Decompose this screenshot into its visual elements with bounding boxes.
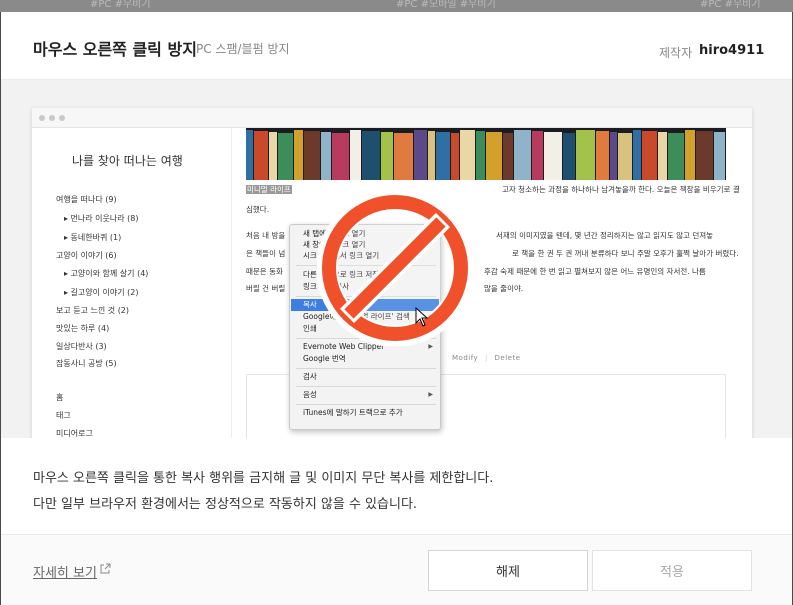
post-actions: Modify | Delete: [452, 354, 521, 362]
menu-divider: [296, 386, 436, 387]
maker-name: hiro4911: [699, 43, 765, 58]
blog-title: 나를 찾아 떠나는 여행: [72, 154, 183, 168]
sidebar-category: 일상다반사 (3): [56, 342, 107, 351]
sidebar-category: ▸ 고양이와 함께 살기 (4): [64, 269, 149, 278]
preview-area: 나를 찾아 떠나는 여행 여행을 떠나다 (9) ▸ 먼나라 이웃나라 (8) …: [1, 80, 792, 438]
menu-divider: [296, 368, 436, 369]
sidebar-link: 태그: [56, 411, 71, 420]
description-line: 다만 일부 브라우저 환경에서는 정상적으로 작동하지 않을 수 있습니다.: [33, 497, 418, 512]
sidebar-link: 미디어로그: [56, 429, 93, 438]
apply-button[interactable]: 적용: [592, 550, 752, 591]
post-text-line: 로 책을 한 권 두 권 꺼내 분류하다 보니 주말 오후가 훌쩍 날아가 버렸…: [512, 249, 739, 258]
sidebar-category: 보고 듣고 느낀 것 (2): [56, 306, 130, 315]
post-text-line: 버릴 건 버릴: [246, 284, 286, 293]
context-menu-item: Google 번역: [303, 354, 346, 363]
maker-label: 제작자: [659, 46, 693, 60]
plugin-description: 마우스 오른쪽 클릭을 통한 복사 행위를 금지해 글 및 이미지 무단 복사를…: [33, 466, 493, 518]
window-dot-icon: [59, 115, 65, 121]
post-text-line: 고자 청소하는 과정을 하나하나 남겨놓을까 한다. 오늘은 책장을 비우기로 …: [502, 185, 740, 194]
backdrop-tags-right: #PC #우비기: [700, 0, 761, 10]
context-menu-item: 음성 ▶: [303, 390, 433, 399]
cursor-icon: [415, 307, 429, 327]
modal-header: 마우스 오른쪽 클릭 방지 PC 스팸/블펌 방지 제작자 hiro4911: [1, 12, 792, 80]
context-menu-item: iTunes에 말하기 트랙으로 추가: [303, 408, 403, 417]
sidebar-category: ▸ 동네한바퀴 (1): [64, 233, 122, 242]
external-link-icon[interactable]: [99, 563, 111, 575]
backdrop-tag-strip: #PC #우비기 #PC #모바일 #우비기 #PC #우비기: [0, 0, 793, 12]
window-dot-icon: [39, 115, 45, 121]
sidebar-category: 잡동사니 공방 (5): [56, 359, 117, 368]
post-text-line: 서재의 이미지였을 텐데, 몇 년간 정리하지는 않고 읽지도 않고 던져놓: [496, 231, 714, 240]
post-text-line: 때문은 동화: [246, 267, 283, 276]
modal-footer: 자세히 보기 해제 적용: [1, 534, 792, 605]
sidebar-category: 맛있는 하루 (4): [56, 324, 110, 333]
modify-link: Modify: [452, 354, 479, 362]
plugin-detail-modal: 마우스 오른쪽 클릭 방지 PC 스팸/블펌 방지 제작자 hiro4911 나…: [1, 12, 792, 605]
sidebar-category: 여행을 떠나다 (9): [56, 195, 117, 204]
description-line: 마우스 오른쪽 클릭을 통한 복사 행위를 금지해 글 및 이미지 무단 복사를…: [33, 471, 494, 486]
bookshelf-image: [246, 128, 726, 180]
plugin-title: 마우스 오른쪽 클릭 방지: [33, 40, 197, 59]
post-text-line: 많을 줄이야.: [484, 284, 524, 293]
sidebar-category: 고양이 이야기 (6): [56, 251, 117, 260]
blog-sidebar: 나를 찾아 떠나는 여행 여행을 떠나다 (9) ▸ 먼나라 이웃나라 (8) …: [32, 128, 232, 438]
no-sign-icon: [317, 190, 473, 346]
sidebar-category: ▸ 먼나라 이웃나라 (8): [64, 214, 139, 223]
backdrop-tags-left: #PC #우비기: [90, 0, 151, 10]
post-text-line: 심했다.: [246, 205, 270, 214]
sidebar-link: 홈: [56, 393, 64, 402]
post-text-line: 처음 내 방을: [246, 231, 286, 240]
browser-titlebar: [32, 108, 752, 128]
plugin-subtitle: PC 스팸/블펌 방지: [196, 42, 290, 56]
post-highlight: 미니멀 라이프: [246, 185, 292, 194]
post-text-line: 은 책들이 넘: [246, 249, 286, 258]
release-button[interactable]: 해제: [428, 550, 588, 591]
context-menu-item: 검사: [303, 372, 317, 381]
backdrop-tags-mid: #PC #모바일 #우비기: [396, 0, 496, 10]
post-text-line: 후감 숙제 때문에 한 번 읽고 펼쳐보지 않은 어느 유명인의 자서전. 나름: [484, 267, 706, 276]
menu-divider: [296, 404, 436, 405]
delete-link: Delete: [494, 354, 521, 362]
sidebar-category: ▸ 길고양이 이야기 (2): [64, 288, 139, 297]
window-dot-icon: [49, 115, 55, 121]
detail-link[interactable]: 자세히 보기: [33, 562, 97, 581]
